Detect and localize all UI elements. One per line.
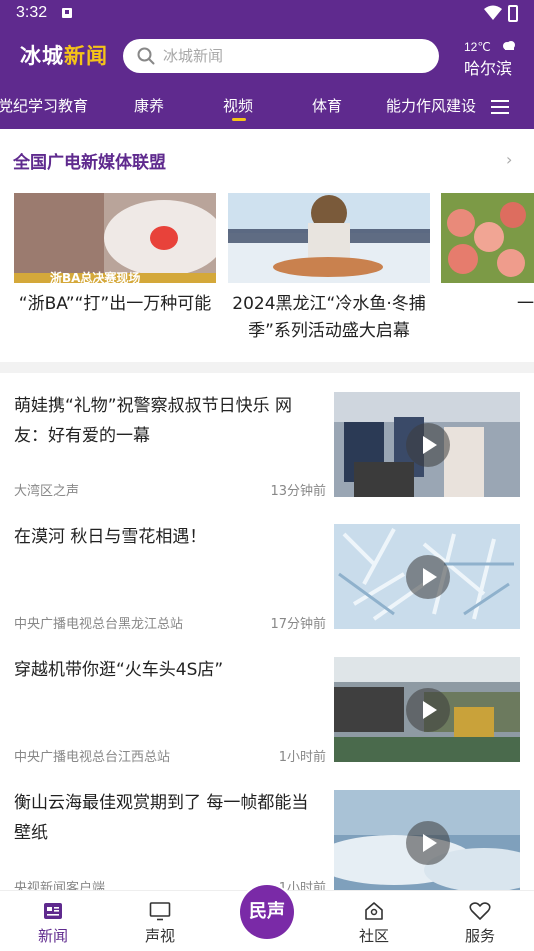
battery-icon — [508, 5, 518, 22]
card-image — [228, 193, 430, 283]
menu-icon[interactable] — [491, 100, 509, 118]
wifi-icon — [484, 5, 502, 20]
search-bar[interactable] — [123, 39, 439, 73]
news-title: 穿越机带你逛“火车头4S店” — [14, 660, 224, 680]
search-input[interactable] — [163, 39, 423, 73]
tab-news[interactable]: 新闻 — [13, 891, 93, 946]
chevron-right-icon[interactable]: › — [506, 150, 512, 169]
play-icon[interactable] — [406, 821, 450, 865]
card-caption: 2024黑龙江“冷水鱼·冬捕季”系列活动盛大启幕 — [232, 294, 426, 341]
community-icon — [365, 902, 383, 920]
search-icon — [137, 47, 155, 65]
play-icon[interactable] — [406, 555, 450, 599]
news-title: 萌娃携“礼物”祝警察叔叔节日快乐 网友：好有爱的一幕 — [14, 396, 293, 446]
card-caption: 一 — [517, 294, 534, 314]
news-thumbnail — [334, 657, 520, 762]
card-image — [441, 193, 534, 283]
status-time: 3:32 — [16, 4, 48, 21]
news-item[interactable]: 在漠河 秋日与雪花相遇！ 中央广播电视总台黑龙江总站 17分钟前 — [0, 522, 534, 655]
news-time: 13分钟前 — [270, 484, 326, 499]
news-source: 大湾区之声 — [14, 484, 80, 499]
news-time: 1小时前 — [278, 750, 326, 765]
news-source: 中央广播电视总台黑龙江总站 — [14, 617, 184, 632]
tab-service[interactable]: 服务 — [440, 891, 520, 946]
tab-kangyang[interactable]: 康养 — [134, 95, 164, 116]
news-time: 17分钟前 — [270, 617, 326, 632]
bottom-tab-bar: 新闻 声视 民声 社区 服务 — [0, 885, 534, 951]
news-title: 衡山云海最佳观赏期到了 每一帧都能当壁纸 — [14, 793, 309, 843]
notification-icon — [62, 8, 72, 18]
monitor-icon — [149, 902, 171, 921]
news-thumbnail — [334, 790, 520, 895]
news-item[interactable]: 穿越机带你逛“火车头4S店” 中央广播电视总台江西总站 1小时前 — [0, 655, 534, 788]
alliance-card[interactable]: 一 — [441, 193, 534, 318]
alliance-card[interactable]: 2024黑龙江“冷水鱼·冬捕季”系列活动盛大启幕 — [228, 193, 430, 345]
play-icon[interactable] — [406, 688, 450, 732]
alliance-title[interactable]: 全国广电新媒体联盟 — [13, 148, 166, 173]
tab-sports[interactable]: 体育 — [312, 95, 342, 116]
tab-dangji[interactable]: 党纪学习教育 — [0, 95, 88, 116]
section-divider — [0, 362, 534, 373]
tab-community[interactable]: 社区 — [334, 891, 414, 946]
weather-city: 哈尔滨 — [464, 59, 513, 78]
play-icon[interactable] — [406, 423, 450, 467]
active-tab-indicator — [232, 118, 246, 121]
heart-icon — [469, 902, 491, 920]
news-thumbnail — [334, 392, 520, 497]
alliance-section: 全国广电新媒体联盟 › 浙BA总决赛现场 “浙BA”“打”出一万种可能 2024… — [0, 129, 534, 362]
channel-tabs: 党纪学习教育 康养 视频 体育 能力作风建设 — [0, 95, 534, 125]
weather-widget[interactable]: 12℃ 哈尔滨 — [464, 40, 515, 79]
card-caption: “浙BA”“打”出一万种可能 — [18, 294, 212, 314]
card-overlay-text: 浙BA总决赛现场 — [50, 271, 141, 283]
status-bar: 3:32 — [0, 0, 534, 28]
news-title: 在漠河 秋日与雪花相遇！ — [14, 527, 207, 547]
alliance-card[interactable]: 浙BA总决赛现场 “浙BA”“打”出一万种可能 — [14, 193, 216, 318]
news-icon — [44, 903, 62, 919]
app-header: 3:32 冰城新闻 12℃ 哈尔滨 党纪学习教育 康养 视频 体育 能力作风建设 — [0, 0, 534, 129]
cloud-icon — [503, 41, 515, 50]
tab-nengli[interactable]: 能力作风建设 — [386, 95, 476, 116]
news-source: 中央广播电视总台江西总站 — [14, 750, 171, 765]
app-logo: 冰城新闻 — [20, 44, 108, 68]
card-image: 浙BA总决赛现场 — [14, 193, 216, 283]
tab-video[interactable]: 视频 — [223, 95, 253, 116]
news-item[interactable]: 萌娃携“礼物”祝警察叔叔节日快乐 网友：好有爱的一幕 大湾区之声 13分钟前 — [0, 391, 534, 524]
tab-shengshi[interactable]: 声视 — [120, 891, 200, 946]
minsheng-button[interactable]: 民声 — [240, 885, 294, 939]
news-thumbnail — [334, 524, 520, 629]
